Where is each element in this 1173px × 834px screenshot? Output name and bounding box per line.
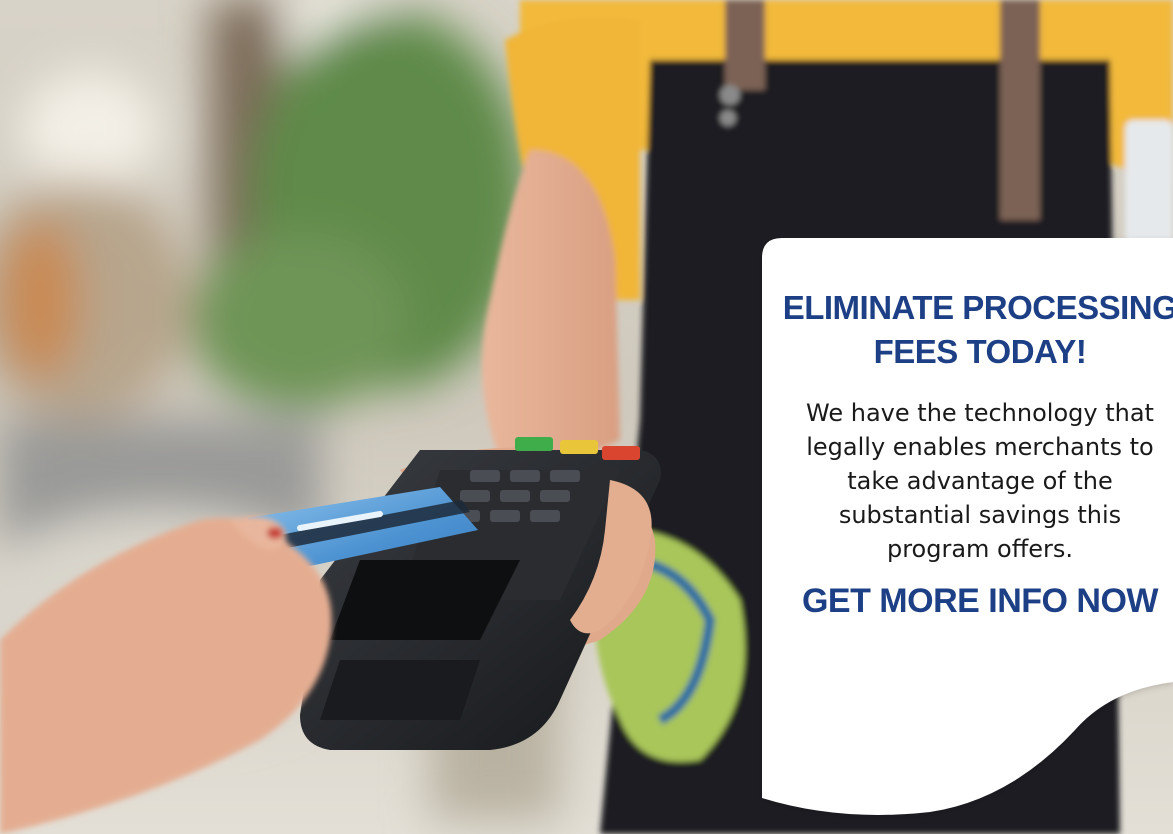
- info-card: ELIMINATE PROCESSING FEES TODAY! We have…: [760, 286, 1173, 706]
- hero-banner: ELIMINATE PROCESSING FEES TODAY! We have…: [0, 0, 1173, 834]
- info-card-content: ELIMINATE PROCESSING FEES TODAY! We have…: [760, 286, 1173, 622]
- body-line-4: substantial savings this: [838, 501, 1122, 529]
- body-copy: We have the technology that legally enab…: [780, 396, 1173, 566]
- body-line-5: program offers.: [886, 535, 1074, 563]
- headline-line-2: FEES TODAY!: [873, 333, 1087, 370]
- headline-line-1: ELIMINATE PROCESSING: [782, 289, 1173, 326]
- body-line-2: legally enables merchants to: [806, 433, 1154, 461]
- body-line-1: We have the technology that: [806, 399, 1154, 427]
- body-line-3: take advantage of the: [847, 467, 1113, 495]
- get-more-info-link[interactable]: GET MORE INFO NOW: [760, 580, 1173, 622]
